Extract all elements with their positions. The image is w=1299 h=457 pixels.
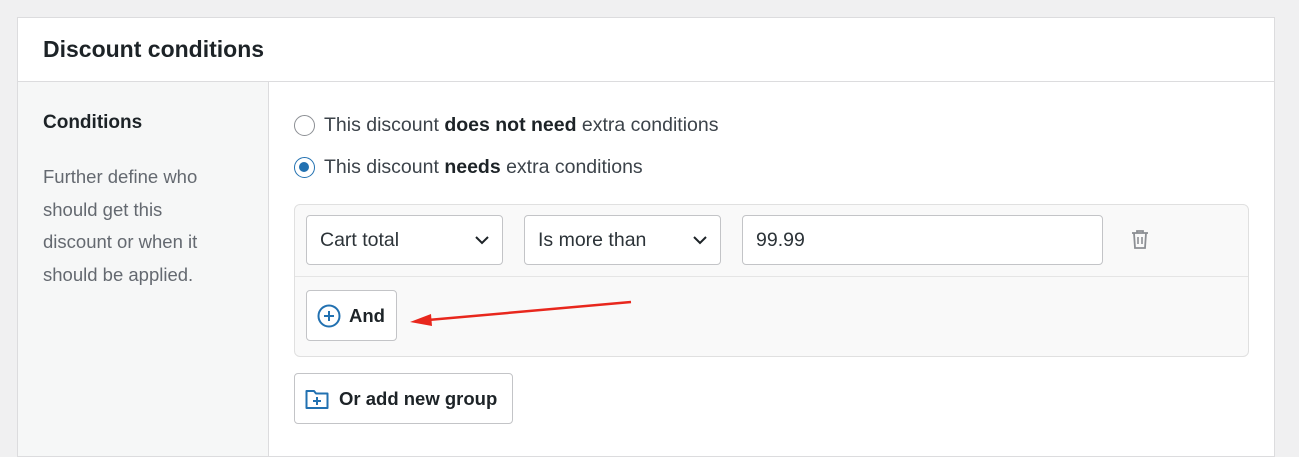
- condition-operator-value: Is more than: [538, 228, 647, 251]
- radio-no-conditions[interactable]: This discount does not need extra condit…: [294, 114, 719, 137]
- sidebar-heading: Conditions: [43, 112, 143, 133]
- and-button[interactable]: And: [306, 290, 397, 341]
- panel-title: Discount conditions: [43, 36, 265, 62]
- add-group-button-label: Or add new group: [339, 387, 498, 409]
- chevron-down-icon: [475, 236, 489, 245]
- radio-label-prefix: This discount: [324, 156, 445, 178]
- trash-icon[interactable]: [1131, 229, 1149, 249]
- radio-label-prefix: This discount: [324, 114, 445, 136]
- add-group-button[interactable]: Or add new group: [294, 373, 513, 424]
- condition-operator-select[interactable]: Is more than: [524, 215, 721, 265]
- condition-field-select[interactable]: Cart total: [306, 215, 503, 265]
- conditions-main: This discount does not need extra condit…: [269, 82, 1274, 456]
- radio-label-suffix: extra conditions: [576, 114, 719, 136]
- and-button-label: And: [349, 304, 385, 326]
- chevron-down-icon: [693, 236, 707, 245]
- radio-button[interactable]: [294, 115, 315, 136]
- conditions-sidebar: Conditions Further define who should get…: [18, 82, 269, 456]
- sidebar-description: Further define who should get this disco…: [43, 166, 198, 285]
- radio-needs-conditions[interactable]: This discount needs extra conditions: [294, 156, 643, 179]
- folder-plus-icon: [305, 389, 329, 409]
- condition-group: Cart total Is more than 99.99 And: [294, 204, 1249, 357]
- condition-row: Cart total Is more than: [295, 205, 1248, 277]
- condition-field-value: Cart total: [320, 228, 400, 251]
- plus-circle-icon: [317, 304, 341, 327]
- radio-label-bold: does not need: [444, 114, 577, 136]
- arrow-icon: [410, 300, 632, 326]
- discount-conditions-panel: Discount conditions Conditions Further d…: [17, 17, 1275, 457]
- radio-label-suffix: extra conditions: [500, 156, 643, 178]
- panel-header: Discount conditions: [18, 18, 1274, 82]
- radio-label-bold: needs: [444, 156, 501, 178]
- radio-button-selected[interactable]: [294, 157, 315, 178]
- condition-value-input[interactable]: [742, 215, 1103, 265]
